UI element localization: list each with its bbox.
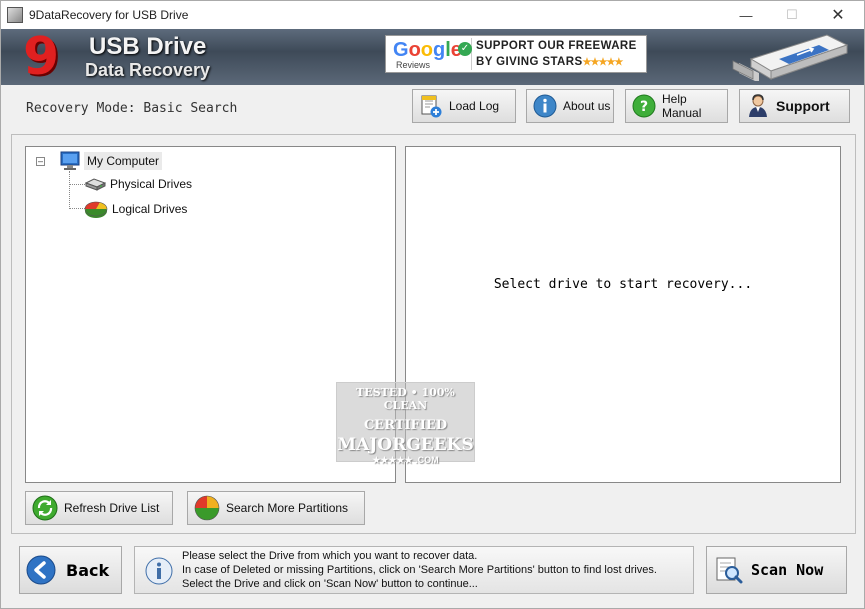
log-file-icon bbox=[421, 95, 442, 118]
back-arrow-icon bbox=[26, 555, 56, 585]
watermark-line4: ★★★★★ .COM bbox=[372, 455, 439, 465]
search-more-partitions-label: Search More Partitions bbox=[226, 501, 349, 515]
minimize-button[interactable]: — bbox=[723, 1, 769, 29]
hard-drive-icon bbox=[84, 178, 106, 191]
watermark-line1: TESTED • 100% CLEAN bbox=[356, 386, 455, 412]
tree-label-my-computer: My Computer bbox=[84, 152, 163, 170]
logo-mark: 9 bbox=[23, 29, 60, 85]
refresh-drive-list-label: Refresh Drive List bbox=[64, 501, 160, 515]
partition-pie-icon bbox=[194, 495, 220, 521]
scan-now-button[interactable]: Scan Now bbox=[706, 546, 847, 594]
mode-toolbar: Recovery Mode: Basic Search Load Log Abo… bbox=[1, 85, 864, 131]
back-label: Back bbox=[66, 560, 110, 580]
tree-connector bbox=[69, 208, 85, 209]
support-label: Support bbox=[776, 98, 830, 114]
refresh-icon bbox=[32, 495, 58, 521]
app-window: 9DataRecovery for USB Drive — ☐ ✕ 9 USB … bbox=[0, 0, 865, 609]
usb-drive-icon bbox=[732, 34, 849, 81]
tree-connector bbox=[69, 184, 85, 185]
rating-stars: ★★★★★ bbox=[582, 57, 624, 68]
google-reviews-promo[interactable]: Google Reviews ✓ SUPPORT OUR FREEWARE BY… bbox=[385, 35, 647, 73]
tree-label-physical-drives: Physical Drives bbox=[110, 177, 193, 191]
app-icon bbox=[7, 7, 23, 23]
about-us-label: About us bbox=[563, 99, 611, 113]
close-button[interactable]: ✕ bbox=[815, 1, 861, 29]
tree-connector bbox=[69, 171, 70, 209]
help-manual-label: Help Manual bbox=[662, 92, 702, 120]
support-button[interactable]: Support bbox=[739, 89, 850, 123]
google-reviews-logo: Google Reviews ✓ bbox=[388, 38, 472, 70]
scan-magnifier-icon bbox=[716, 557, 743, 584]
title-bar: 9DataRecovery for USB Drive — ☐ ✕ bbox=[1, 1, 864, 29]
check-icon: ✓ bbox=[458, 42, 472, 56]
load-log-label: Load Log bbox=[449, 99, 500, 113]
instruction-line: Please select the Drive from which you w… bbox=[182, 550, 478, 562]
pie-partition-icon bbox=[84, 201, 108, 218]
about-us-button[interactable]: About us bbox=[526, 89, 614, 123]
tree-item-physical-drives[interactable]: Physical Drives bbox=[84, 176, 192, 192]
maximize-button[interactable]: ☐ bbox=[769, 1, 815, 29]
majorgeeks-watermark: TESTED • 100% CLEAN CERTIFIED MAJORGEEKS… bbox=[336, 382, 475, 465]
google-wordmark: Google bbox=[393, 39, 462, 61]
collapse-icon[interactable]: – bbox=[36, 156, 45, 166]
recovery-mode-label: Recovery Mode: Basic Search bbox=[26, 101, 238, 116]
search-more-partitions-button[interactable]: Search More Partitions bbox=[187, 491, 365, 525]
window-title: 9DataRecovery for USB Drive bbox=[29, 8, 189, 22]
load-log-button[interactable]: Load Log bbox=[412, 89, 516, 123]
instructions-box: Please select the Drive from which you w… bbox=[134, 546, 694, 594]
help-manual-button[interactable]: ? Help Manual bbox=[625, 89, 728, 123]
promo-line1: SUPPORT OUR FREEWARE bbox=[476, 40, 637, 52]
watermark-line3: MAJORGEEKS bbox=[337, 435, 474, 455]
reviews-label: Reviews bbox=[396, 60, 431, 70]
tree-item-my-computer[interactable]: – My Computer bbox=[36, 151, 163, 171]
instruction-line: Select the Drive and click on 'Scan Now'… bbox=[182, 578, 478, 590]
close-icon: ✕ bbox=[831, 7, 845, 24]
info-message: Select drive to start recovery... bbox=[493, 277, 753, 292]
promo-line2: BY GIVING STARS★★★★★ bbox=[476, 56, 624, 68]
computer-icon bbox=[60, 151, 80, 170]
logo-title: USB Drive bbox=[89, 33, 207, 60]
info-icon bbox=[533, 94, 557, 118]
instruction-line: In case of Deleted or missing Partitions… bbox=[182, 564, 657, 576]
watermark-line2: CERTIFIED bbox=[363, 418, 448, 433]
back-button[interactable]: Back bbox=[19, 546, 122, 594]
minimize-icon: — bbox=[739, 7, 753, 23]
tree-item-logical-drives[interactable]: Logical Drives bbox=[84, 199, 187, 219]
maximize-icon: ☐ bbox=[786, 7, 798, 22]
support-person-icon bbox=[749, 94, 767, 117]
scan-now-label: Scan Now bbox=[751, 561, 824, 579]
info-icon bbox=[145, 557, 173, 585]
refresh-drive-list-button[interactable]: Refresh Drive List bbox=[25, 491, 173, 525]
svg-text:?: ? bbox=[640, 99, 648, 115]
logo-subtitle: Data Recovery bbox=[85, 60, 211, 80]
tree-label-logical-drives: Logical Drives bbox=[112, 202, 188, 216]
header-banner: 9 USB Drive Data Recovery Google Reviews… bbox=[1, 29, 864, 85]
help-question-icon: ? bbox=[632, 94, 656, 118]
